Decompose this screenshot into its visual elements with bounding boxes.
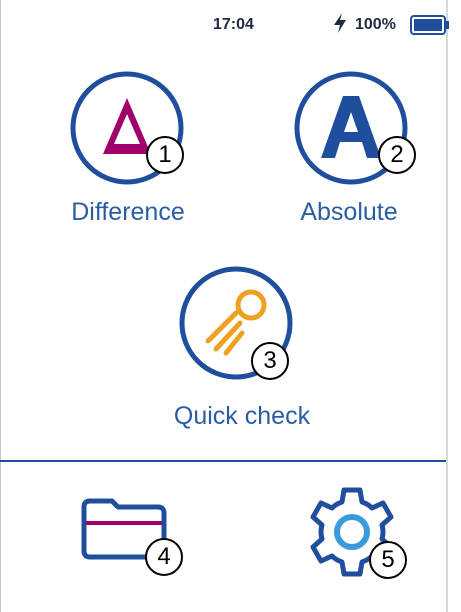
battery-percent: 100% (355, 16, 396, 33)
battery-icon (410, 15, 449, 35)
status-bar: 17:04 100% (0, 0, 461, 48)
section-divider (0, 460, 446, 462)
clock: 17:04 (213, 16, 254, 33)
quick-check-label: Quick check (173, 402, 311, 430)
absolute-label: Absolute (300, 198, 398, 226)
callout-badge-1: 1 (146, 136, 184, 174)
difference-label: Difference (71, 198, 185, 226)
callout-badge-5: 5 (369, 541, 407, 579)
quick-check-button[interactable]: 3 Quick check (143, 265, 343, 440)
callout-badge-3: 3 (251, 342, 289, 380)
difference-mode-button[interactable]: 1 Difference (28, 70, 228, 240)
files-button[interactable]: 4 (78, 495, 198, 595)
callout-badge-2: 2 (378, 136, 416, 174)
callout-badge-4: 4 (145, 538, 183, 576)
charging-icon (334, 13, 346, 33)
settings-button[interactable]: 5 (302, 484, 422, 594)
absolute-mode-button[interactable]: 2 Absolute (255, 70, 455, 240)
